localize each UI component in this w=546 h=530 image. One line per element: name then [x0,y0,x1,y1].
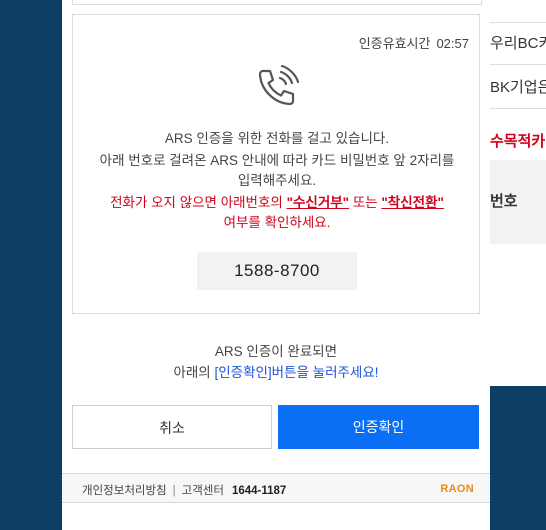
background-row: 우리BC카 [490,35,546,52]
confirm-auth-button[interactable]: 인증확인 [278,405,479,449]
background-row: BK기업은 [490,79,546,96]
timer-label: 인증유효시간 [358,36,431,51]
message-line2b: 입력해주세요. [237,173,317,188]
auth-timer: 인증유효시간 02:57 [359,33,469,52]
reject-call-highlight: "수신거부" [286,195,350,210]
call-forward-highlight: "착신전환" [381,195,444,210]
warning-text-mid: 또는 [349,195,382,210]
footer: 개인정보처리방침 | 고객센터 1644-1187 RAON [62,473,490,503]
background-left [0,0,62,530]
background-row: 번호 [490,193,518,210]
top-strip [72,0,482,5]
message-line1: ARS 인증을 위한 전화를 걸고 있습니다. [164,131,390,146]
ars-info-box: 인증유효시간 02:57 ARS 인증을 위한 전화를 걸고 있습니다. 아래 번… [72,14,480,314]
complete-line2-pre: 아래의 [173,365,215,380]
ars-auth-modal: 인증유효시간 02:57 ARS 인증을 위한 전화를 걸고 있습니다. 아래 번… [62,0,490,530]
customer-center-label: 고객센터 [181,485,224,497]
background-panel: 우리BC카 BK기업은 수목적카 번호 [490,0,546,386]
ars-phone-number: 1588-8700 [197,252,357,290]
raon-logo: RAON [440,483,474,495]
phone-ringing-icon [258,64,300,106]
warning-message: 전화가 오지 않으면 아래번호의 "수신거부" 또는 "착신전환" 여부를 확인… [93,193,461,233]
background-row: 수목적카 [490,133,546,150]
cancel-button[interactable]: 취소 [72,405,272,449]
complete-line1: ARS 인증이 완료되면 [214,344,338,359]
message-line2a: 아래 번호로 걸려온 ARS 안내에 따라 카드 비밀번호 앞 2자리를 [99,153,455,168]
warning-text-pre: 전화가 오지 않으면 아래번호의 [110,195,287,210]
footer-separator: | [172,485,176,497]
message-instructions: 아래 번호로 걸려온 ARS 안내에 따라 카드 비밀번호 앞 2자리를 입력해… [93,151,461,191]
warning-text-post: 여부를 확인하세요. [223,215,331,230]
footer-links: 개인정보처리방침 | 고객센터 1644-1187 [82,482,286,498]
privacy-policy-link[interactable]: 개인정보처리방침 [82,485,167,497]
complete-line2: 아래의 [인증확인]버튼을 눌러주세요! [62,361,490,381]
timer-value: 02:57 [436,36,469,51]
complete-line2-link: [인증확인]버튼을 눌러주세요! [214,365,379,380]
customer-center-phone: 1644-1187 [231,485,287,497]
